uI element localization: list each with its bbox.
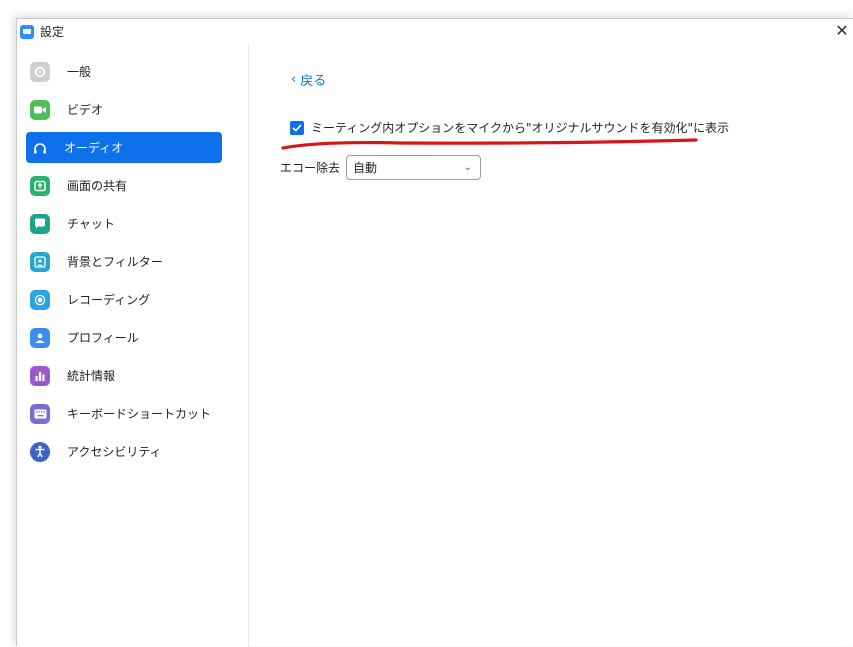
video-icon bbox=[30, 99, 50, 120]
echo-cancellation-select[interactable]: 自動 ⌄ bbox=[346, 155, 482, 180]
gear-icon bbox=[30, 61, 50, 82]
settings-window: 設定 ✕ 一般 ビデオ オーディオ 画面の共有 チャット 背景とフィルター レコ… bbox=[16, 18, 853, 647]
original-sound-label: ミーティング内オプションをマイクから"オリジナルサウンドを有効化"に表示 bbox=[311, 121, 730, 135]
sidebar-item-accessibility[interactable]: アクセシビリティ bbox=[26, 436, 222, 467]
sidebar-item-share-screen[interactable]: 画面の共有 bbox=[26, 170, 222, 201]
chevron-down-icon: ⌄ bbox=[463, 162, 473, 173]
record-icon bbox=[30, 289, 50, 310]
echo-cancellation-value: 自動 bbox=[353, 161, 378, 175]
title-bar: 設定 ✕ bbox=[17, 19, 853, 44]
settings-sidebar: 一般 ビデオ オーディオ 画面の共有 チャット 背景とフィルター レコーディング… bbox=[17, 44, 249, 647]
headphones-icon bbox=[30, 138, 50, 158]
sidebar-item-video[interactable]: ビデオ bbox=[26, 94, 222, 125]
close-icon[interactable]: ✕ bbox=[831, 20, 853, 42]
sidebar-item-keyboard-shortcuts[interactable]: キーボードショートカット bbox=[26, 398, 222, 429]
sidebar-item-general[interactable]: 一般 bbox=[26, 56, 222, 87]
echo-cancellation-label: エコー除去 bbox=[280, 161, 341, 175]
keyboard-icon bbox=[30, 403, 50, 424]
echo-cancellation-row: エコー除去 自動 ⌄ bbox=[280, 155, 482, 180]
share-screen-icon bbox=[30, 175, 50, 196]
sidebar-item-audio[interactable]: オーディオ bbox=[26, 132, 222, 163]
sidebar-item-label: プロフィール bbox=[67, 331, 139, 345]
original-sound-checkbox[interactable] bbox=[290, 120, 304, 135]
back-link-label: 戻る bbox=[300, 74, 327, 89]
sidebar-item-label: チャット bbox=[67, 217, 115, 231]
sidebar-item-label: 背景とフィルター bbox=[67, 255, 163, 269]
sidebar-item-label: 一般 bbox=[67, 65, 92, 79]
sidebar-item-background[interactable]: 背景とフィルター bbox=[26, 246, 222, 277]
sidebar-item-statistics[interactable]: 統計情報 bbox=[26, 360, 222, 391]
sidebar-item-label: アクセシビリティ bbox=[67, 445, 162, 459]
sidebar-item-label: キーボードショートカット bbox=[67, 407, 212, 421]
sidebar-item-profile[interactable]: プロフィール bbox=[26, 322, 222, 353]
window-title: 設定 bbox=[40, 25, 65, 39]
original-sound-option: ミーティング内オプションをマイクから"オリジナルサウンドを有効化"に表示 bbox=[290, 119, 729, 136]
chat-icon bbox=[30, 213, 50, 234]
audio-settings-panel: ‹ 戻る ミーティング内オプションをマイクから"オリジナルサウンドを有効化"に表… bbox=[250, 44, 853, 646]
sidebar-item-label: 画面の共有 bbox=[67, 179, 128, 193]
zoom-app-icon bbox=[20, 24, 34, 39]
sidebar-item-label: オーディオ bbox=[64, 141, 124, 155]
background-icon bbox=[30, 251, 50, 272]
profile-icon bbox=[30, 327, 50, 348]
sidebar-item-label: レコーディング bbox=[67, 293, 151, 307]
sidebar-item-chat[interactable]: チャット bbox=[26, 208, 222, 239]
accessibility-icon bbox=[30, 441, 50, 462]
stats-icon bbox=[30, 365, 50, 386]
back-link[interactable]: ‹ 戻る bbox=[291, 70, 326, 89]
sidebar-item-label: 統計情報 bbox=[67, 369, 116, 383]
red-underline-annotation bbox=[281, 138, 698, 150]
sidebar-item-recording[interactable]: レコーディング bbox=[26, 284, 222, 315]
sidebar-item-label: ビデオ bbox=[67, 103, 104, 117]
chevron-left-icon: ‹ bbox=[291, 72, 297, 87]
